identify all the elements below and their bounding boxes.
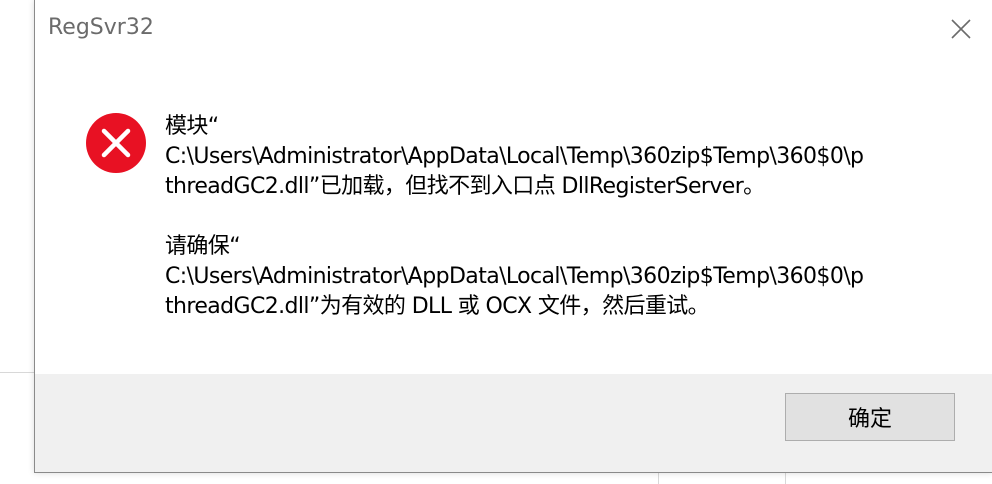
background-divider: [658, 472, 659, 484]
background-divider: [785, 472, 786, 484]
background-divider: [0, 372, 34, 373]
dialog-title: RegSvr32: [48, 15, 154, 40]
message-line: threadGC2.dll”为有效的 DLL 或 OCX 文件，然后重试。: [165, 294, 710, 319]
close-button[interactable]: [929, 0, 992, 58]
message-line: threadGC2.dll”已加载，但找不到入口点 DllRegisterSer…: [165, 174, 765, 199]
message-line: C:\Users\Administrator\AppData\Local\Tem…: [165, 264, 864, 289]
dialog-footer: 确定: [35, 374, 992, 472]
close-icon: [951, 19, 971, 39]
message-line: 请确保“: [165, 234, 241, 259]
error-icon: [86, 113, 146, 173]
message-spacer: [165, 202, 965, 232]
message-line: C:\Users\Administrator\AppData\Local\Tem…: [165, 144, 864, 169]
ok-button[interactable]: 确定: [785, 393, 955, 441]
message-line: 模块“: [165, 114, 219, 139]
error-message: 模块“ C:\Users\Administrator\AppData\Local…: [165, 112, 965, 322]
regsvr32-dialog: RegSvr32 模块“ C:\Users\Administrator\AppD…: [34, 0, 992, 473]
title-bar[interactable]: RegSvr32: [35, 0, 992, 60]
dialog-content: 模块“ C:\Users\Administrator\AppData\Local…: [35, 60, 992, 374]
